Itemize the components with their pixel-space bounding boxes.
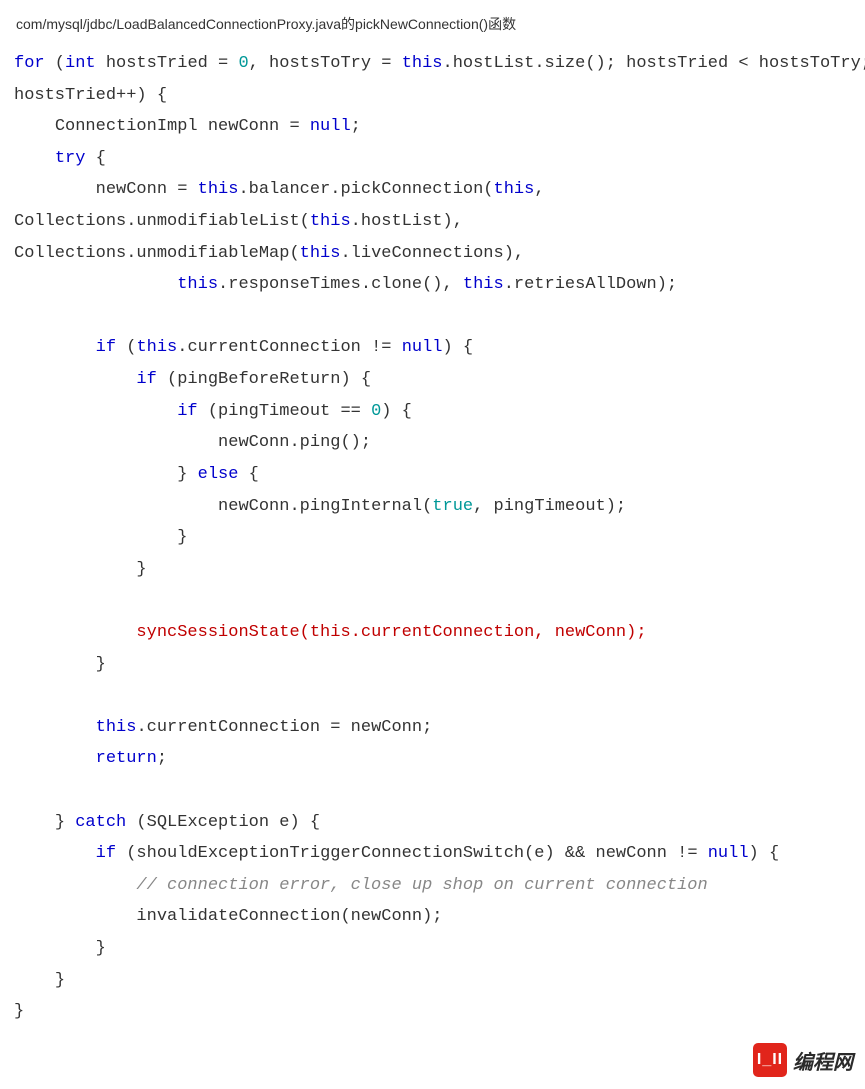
code-token-kw: this (198, 180, 239, 199)
code-token-kw: this (463, 275, 504, 294)
code-token-kw: if (177, 402, 197, 421)
code-token-kw: this (310, 212, 351, 231)
code-token-kw: this (96, 718, 137, 737)
code-token-kw: try (55, 149, 86, 168)
watermark-text: 编程网 (793, 1046, 853, 1075)
code-token-kw: this (177, 275, 218, 294)
code-token-num: true (432, 497, 473, 516)
file-path-heading: com/mysql/jdbc/LoadBalancedConnectionPro… (16, 14, 865, 34)
code-token-kw: this (494, 180, 535, 199)
code-token-kw: if (96, 844, 116, 863)
code-token-kw: return (96, 749, 157, 768)
watermark-logo: I_II 编程网 (753, 1043, 853, 1077)
code-token-kw: null (402, 338, 443, 357)
code-token-kw: null (310, 117, 351, 136)
code-token-hl: this (310, 623, 351, 642)
code-token-num: 0 (238, 54, 248, 73)
code-token-kw: this (300, 244, 341, 263)
code-token-hl: syncSessionState( (136, 623, 309, 642)
code-token-kw: this (402, 54, 443, 73)
code-token-kw: null (708, 844, 749, 863)
code-token-hl: .currentConnection, newConn); (351, 623, 647, 642)
code-token-kw: int (65, 54, 96, 73)
code-token-kw: for (14, 54, 45, 73)
code-token-kw: if (136, 370, 156, 389)
code-token-kw: this (136, 338, 177, 357)
code-token-kw: catch (75, 813, 126, 832)
code-block: for (int hostsTried = 0, hostsToTry = th… (14, 48, 865, 1028)
code-token-cmnt: // connection error, close up shop on cu… (136, 876, 707, 895)
watermark-badge-icon: I_II (753, 1043, 787, 1077)
code-token-kw: if (96, 338, 116, 357)
code-token-num: 0 (371, 402, 381, 421)
code-token-kw: else (198, 465, 239, 484)
